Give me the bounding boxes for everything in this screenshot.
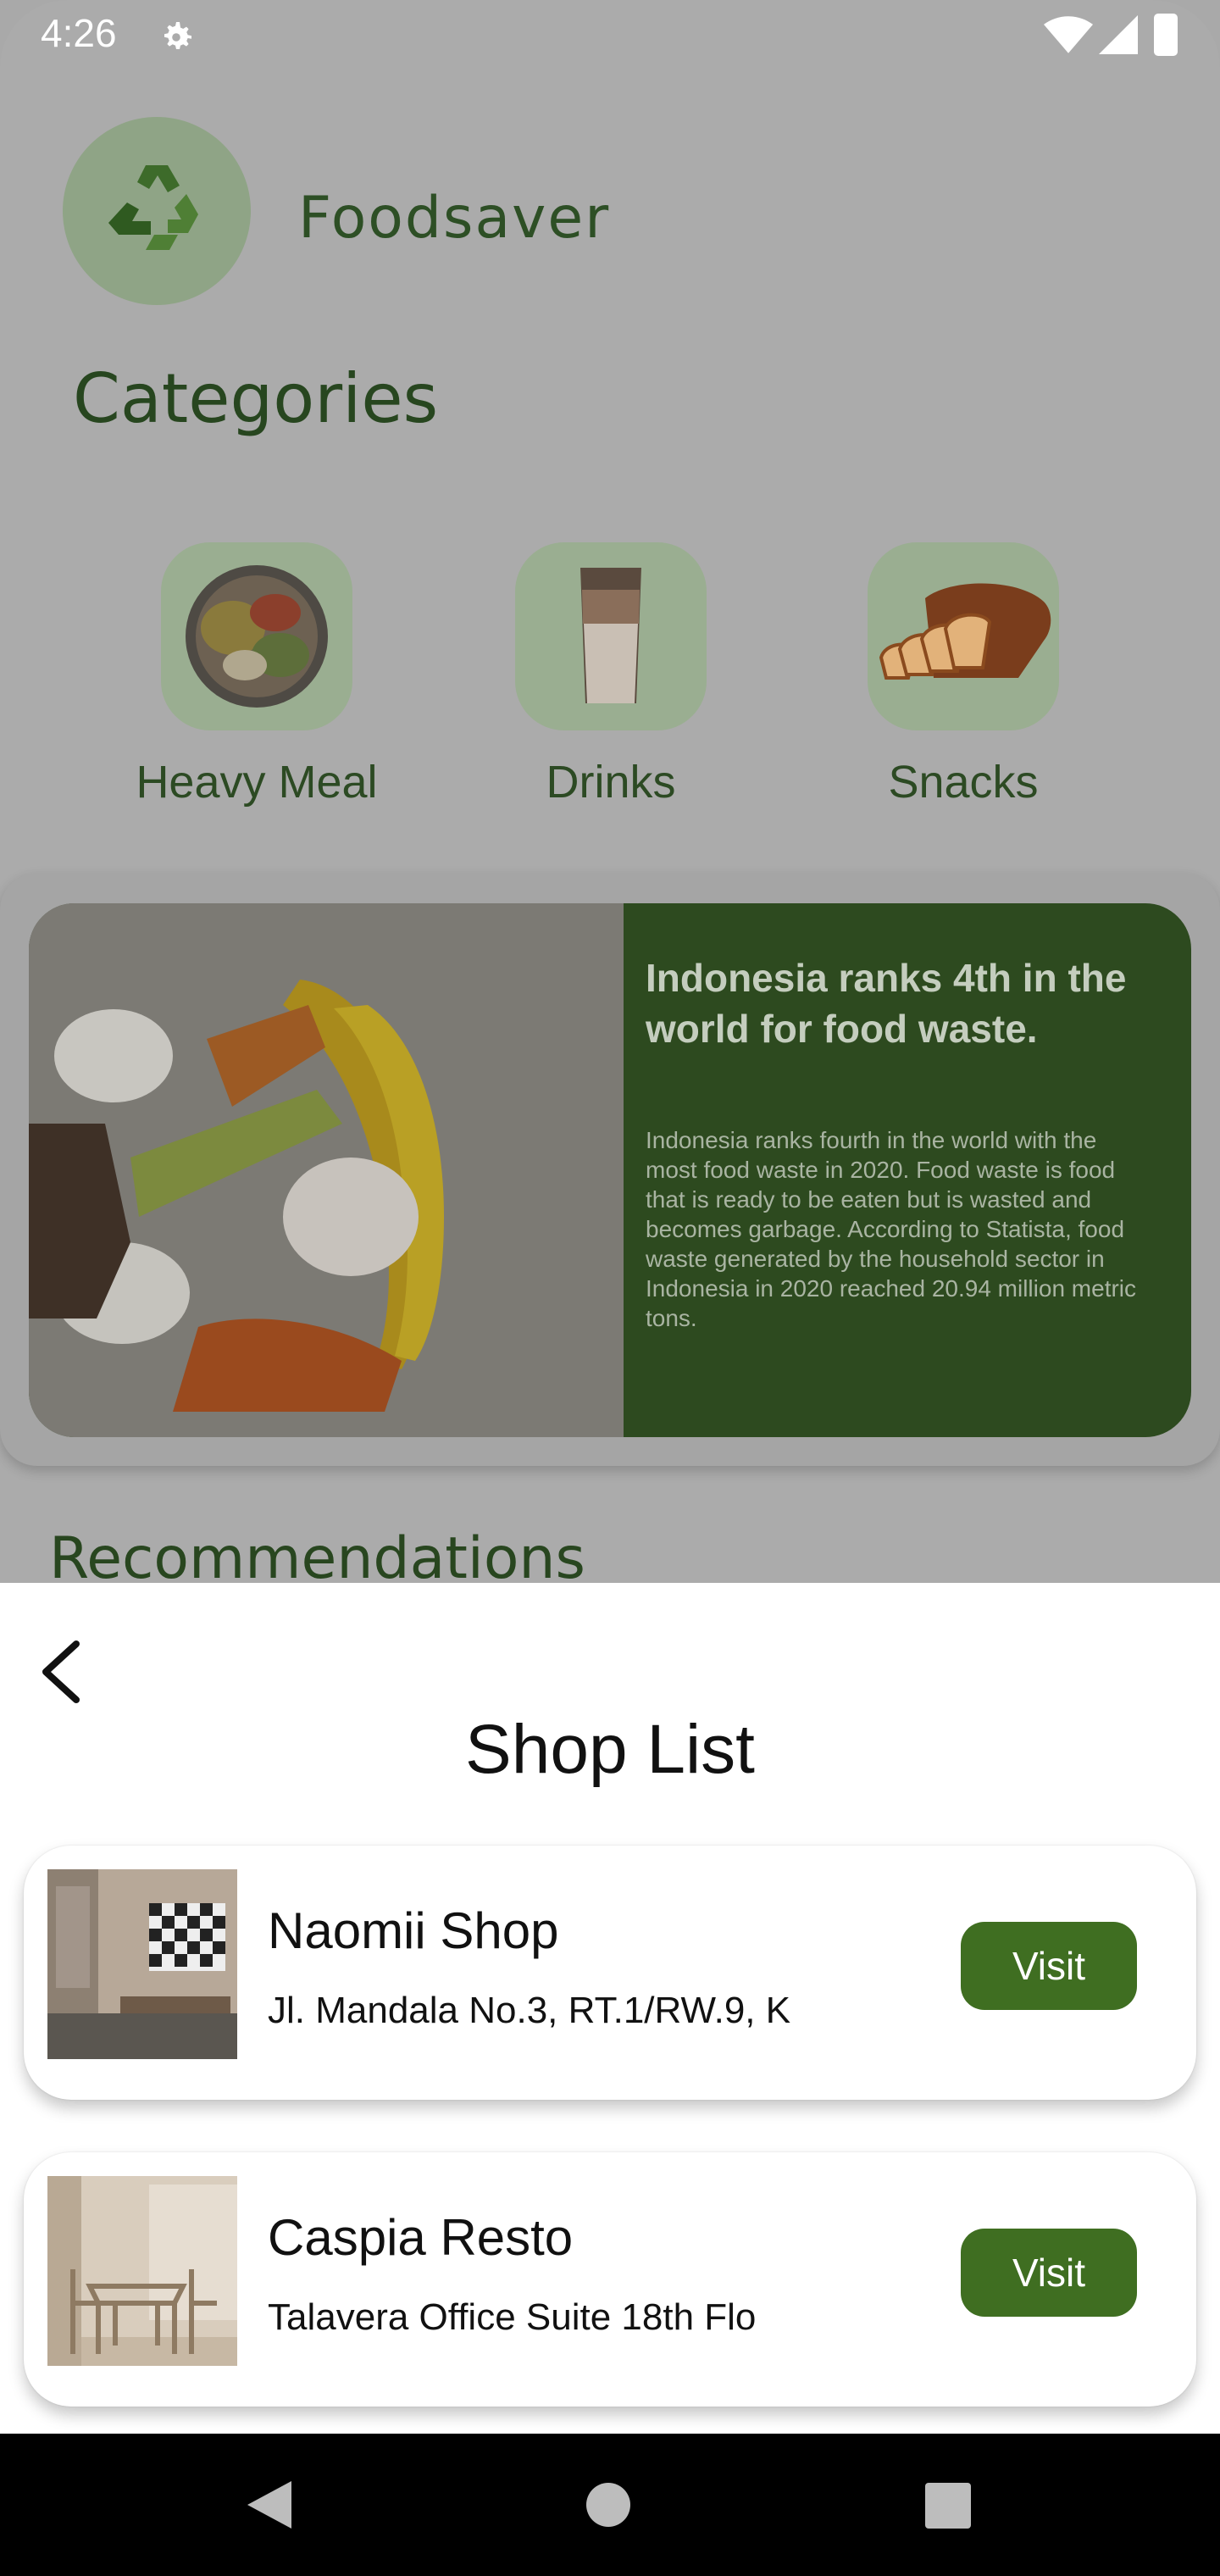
battery-icon [1154,14,1178,56]
category-tile [515,542,707,730]
settings-gear-icon [164,22,191,49]
drinks-image [580,568,641,703]
recycle-icon [108,165,198,250]
cell-signal-icon [1099,15,1138,54]
category-tile [161,542,352,730]
app-screen: 4:26 Foodsaver Categories Heavy Meal Dri… [0,0,1220,2576]
shop-list-sheet: Shop List Naomii Shop Jl. Mandala No.3, [0,1583,1220,2434]
food-waste-banner[interactable]: Indonesia ranks 4th in the world for foo… [29,903,1191,1437]
banner-title: Indonesia ranks 4th in the world for foo… [646,956,1127,1051]
banner-body: Indonesia ranks fourth in the world with… [646,1127,1137,1331]
categories-title: Categories [73,359,439,438]
visit-button[interactable]: Visit [961,2229,1137,2317]
sheet-title: Shop List [465,1711,755,1788]
shop-name: Caspia Resto [268,2209,574,2266]
nav-recents-icon[interactable] [925,2483,971,2529]
category-snacks[interactable]: Snacks [824,542,1103,808]
shop-address: Jl. Mandala No.3, RT.1/RW.9, K [268,1990,791,2031]
app-name: Foodsaver [298,185,611,252]
shop-card[interactable]: Naomii Shop Jl. Mandala No.3, RT.1/RW.9,… [24,1846,1196,2100]
system-nav-bar [0,2434,1220,2576]
category-heavy-meal[interactable]: Heavy Meal [117,542,396,808]
shop-thumbnail [47,1869,237,2059]
app-logo [63,117,251,305]
nav-back-icon[interactable] [244,2478,295,2532]
category-label: Snacks [888,757,1039,808]
nav-home-icon[interactable] [586,2483,630,2527]
shop-address: Talavera Office Suite 18th Flo [268,2296,757,2338]
food-waste-photo [29,903,624,1437]
category-label: Heavy Meal [136,757,378,808]
category-tile [868,542,1059,730]
status-bar: 4:26 [0,0,1220,73]
heavy-meal-image [186,565,328,708]
shop-name: Naomii Shop [268,1902,559,1959]
visit-button[interactable]: Visit [961,1922,1137,2010]
category-drinks[interactable]: Drinks [471,542,751,808]
shop-thumbnail [47,2176,237,2366]
status-time: 4:26 [41,11,117,55]
back-arrow-icon[interactable] [34,1634,93,1710]
wifi-icon [1044,16,1093,53]
shop-card[interactable]: Caspia Resto Talavera Office Suite 18th … [24,2152,1196,2407]
snacks-bread-image [879,583,1051,680]
category-label: Drinks [546,757,676,808]
